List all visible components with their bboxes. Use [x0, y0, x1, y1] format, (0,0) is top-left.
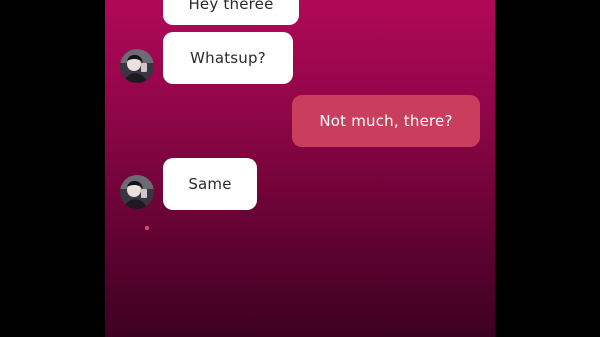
- message-text: Same: [188, 175, 232, 193]
- message-text: Whatsup?: [190, 49, 266, 67]
- avatar-photo-icon: [120, 175, 154, 209]
- avatar-photo-icon: [120, 49, 154, 83]
- message-text: Hey theree: [188, 0, 274, 13]
- chat-panel: Hey theree Whatsup? Not much, there? Sam…: [105, 0, 495, 337]
- message-bubble-incoming: Same: [163, 158, 257, 210]
- message-bubble-incoming: Whatsup?: [163, 32, 293, 84]
- contact-avatar[interactable]: [120, 49, 154, 83]
- contact-avatar[interactable]: [120, 175, 154, 209]
- message-bubble-outgoing: Not much, there?: [292, 95, 480, 147]
- typing-indicator-dot: [145, 226, 149, 230]
- message-text: Not much, there?: [319, 112, 453, 130]
- message-bubble-incoming: Hey theree: [163, 0, 299, 25]
